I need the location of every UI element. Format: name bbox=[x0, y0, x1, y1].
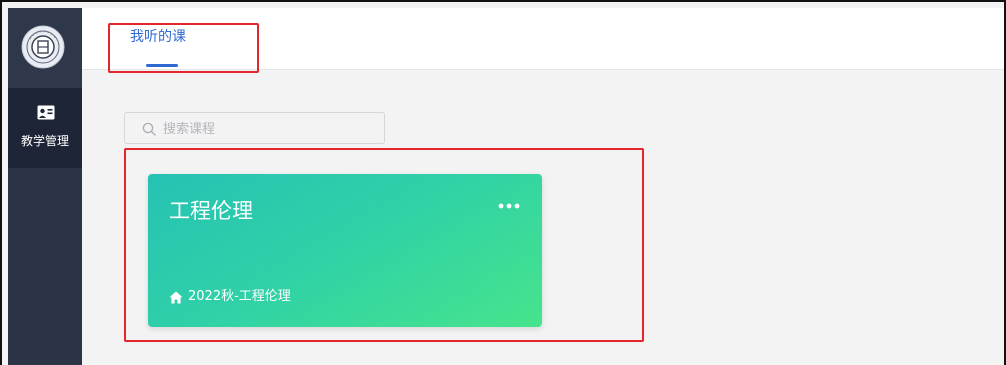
course-title: 工程伦理 bbox=[169, 199, 253, 223]
teaching-board-icon bbox=[37, 105, 55, 120]
sidebar-item-label: 教学管理 bbox=[20, 134, 69, 148]
course-class: 2022秋-工程伦理 bbox=[169, 289, 291, 305]
search-input[interactable] bbox=[161, 118, 375, 140]
logo-area bbox=[8, 8, 82, 88]
course-card[interactable]: 工程伦理 2022秋-工程伦理 bbox=[148, 174, 542, 327]
more-dots-icon[interactable] bbox=[496, 196, 522, 216]
sidebar: 教学管理 bbox=[8, 8, 82, 365]
search-box[interactable] bbox=[124, 112, 385, 144]
sidebar-item-teaching-management[interactable]: 教学管理 bbox=[8, 88, 82, 168]
app-window: 教学管理 我听的课 工程伦理 2022秋-工程伦理 bbox=[0, 0, 1006, 365]
course-class-name: 2022秋-工程伦理 bbox=[188, 289, 291, 304]
highlight-box-tab bbox=[108, 23, 259, 73]
search-icon bbox=[142, 122, 156, 136]
home-icon bbox=[169, 291, 183, 303]
university-seal-icon bbox=[21, 25, 65, 69]
